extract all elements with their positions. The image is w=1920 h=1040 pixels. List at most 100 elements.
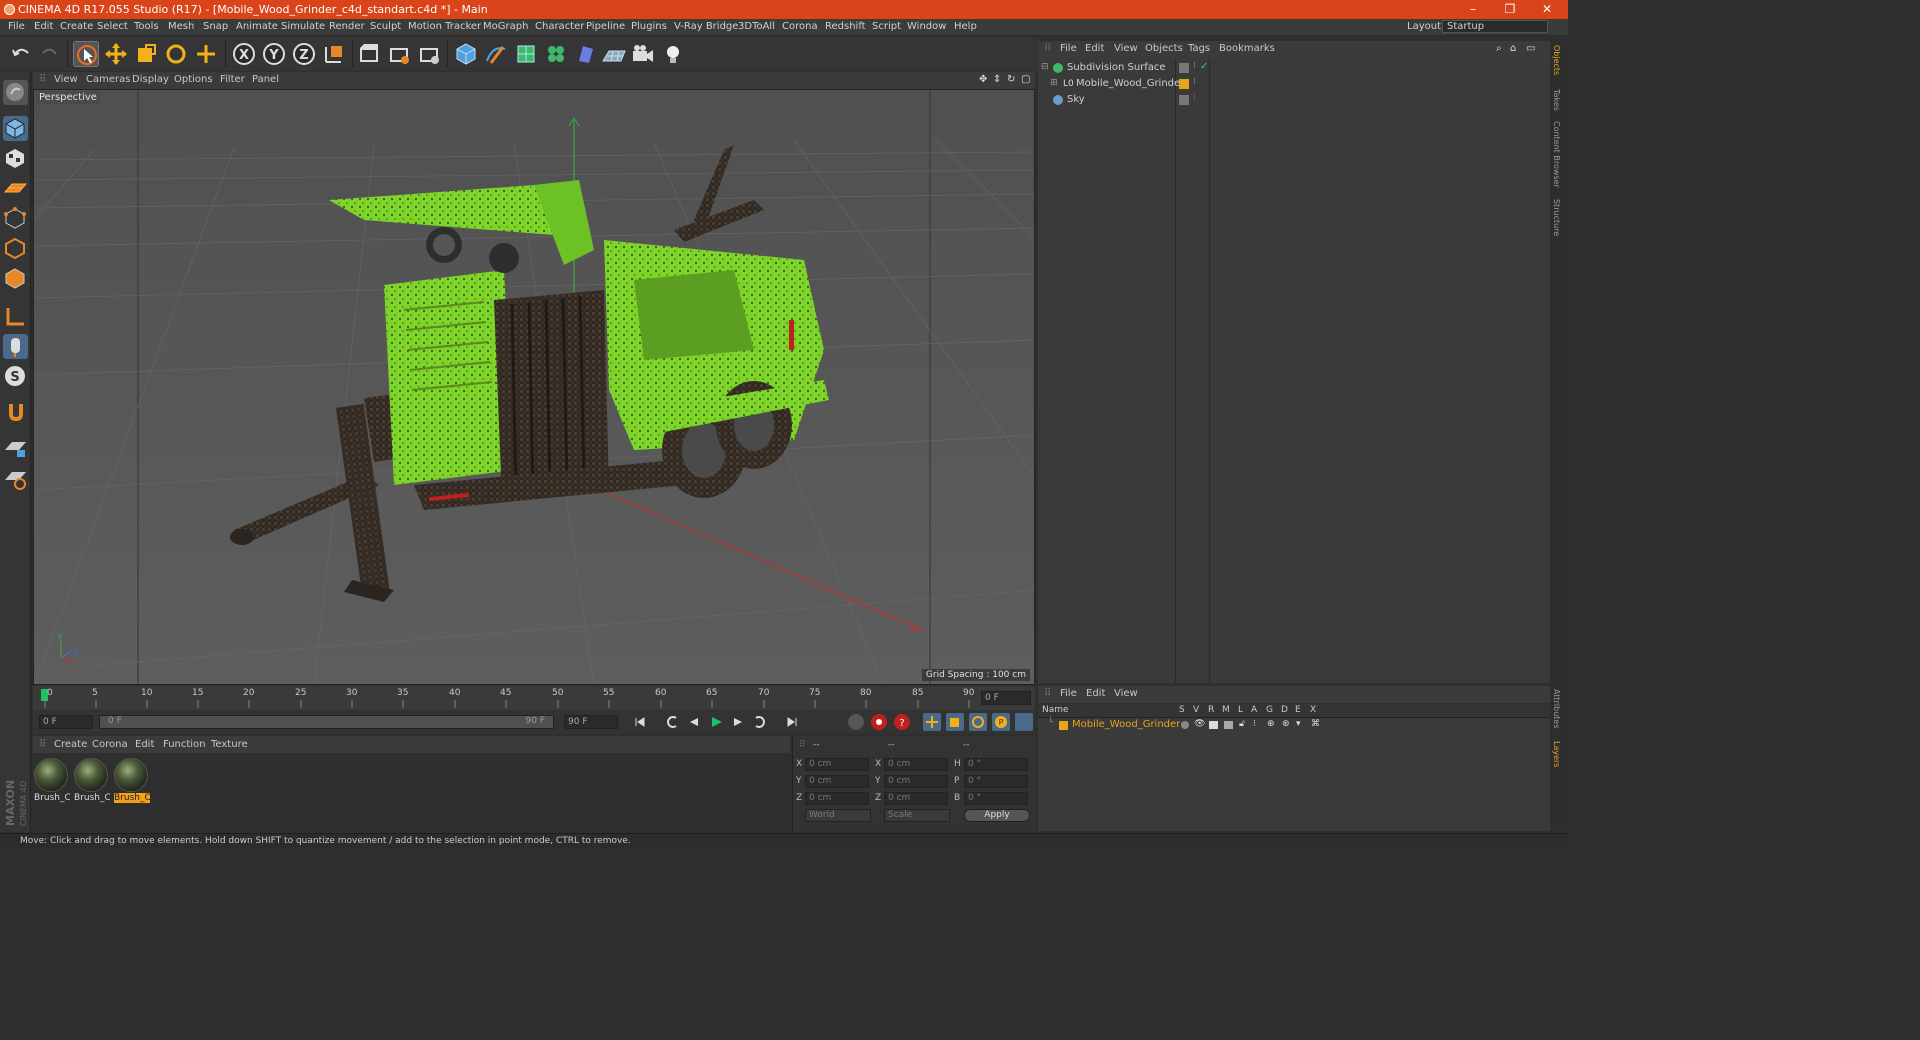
layer-menu-edit[interactable]: Edit	[1086, 688, 1105, 699]
menu-corona[interactable]: Corona	[782, 21, 818, 32]
object-row[interactable]: ⊟ Subdivision Surface ⁞ ✓	[1038, 60, 1550, 76]
apply-button[interactable]: Apply	[964, 809, 1030, 822]
key-scale-icon[interactable]	[946, 713, 964, 731]
live-selection-icon[interactable]	[73, 41, 99, 67]
layer-tag-icon[interactable]	[1179, 63, 1189, 73]
column-view[interactable]: V	[1193, 705, 1199, 715]
previous-frame-icon[interactable]	[685, 714, 703, 730]
menu-script[interactable]: Script	[872, 21, 901, 32]
pos-x-field[interactable]: 0 cm	[805, 758, 869, 771]
end-frame-field[interactable]: 90 F	[564, 715, 618, 729]
object-row[interactable]: ⊞ L0 Mobile_Wood_Grinder ⁞	[1038, 76, 1550, 92]
next-frame-icon[interactable]	[729, 714, 747, 730]
deformer-icon[interactable]	[573, 41, 599, 67]
layer-color-icon[interactable]	[1059, 721, 1068, 730]
column-name[interactable]: Name	[1042, 705, 1069, 715]
workplane-mode-icon[interactable]	[3, 176, 28, 201]
object-row[interactable]: Sky ⁞	[1038, 92, 1550, 108]
menu-edit[interactable]: Edit	[34, 21, 53, 32]
menu-file[interactable]: File	[8, 21, 25, 32]
manager-toggle-icon[interactable]	[1224, 721, 1233, 729]
pos-y-field[interactable]: 0 cm	[805, 775, 869, 788]
polygons-mode-icon[interactable]	[3, 266, 28, 291]
next-key-icon[interactable]	[751, 714, 769, 730]
menu-animate[interactable]: Animate	[236, 21, 278, 32]
object-menu-view[interactable]: View	[1114, 43, 1138, 54]
size-mode-dropdown[interactable]: Scale	[884, 809, 950, 822]
generator-icon[interactable]: ⊕	[1267, 719, 1275, 729]
column-deformers[interactable]: D	[1281, 705, 1288, 715]
workplane-grid-icon[interactable]	[3, 466, 28, 491]
start-frame-field[interactable]: 0 F	[39, 715, 93, 729]
viewport-maximize-icon[interactable]: ▢	[1021, 74, 1030, 85]
menu-help[interactable]: Help	[954, 21, 977, 32]
go-to-start-icon[interactable]	[631, 714, 649, 730]
timeline-layout-icon[interactable]	[1015, 713, 1033, 731]
coordinate-mode-dropdown[interactable]: World	[805, 809, 871, 822]
key-parameter-icon[interactable]: P	[992, 713, 1010, 731]
menu-create[interactable]: Create	[60, 21, 93, 32]
render-picture-viewer-icon[interactable]	[386, 41, 412, 67]
expand-icon[interactable]: ⊞	[1050, 78, 1058, 88]
minimize-button[interactable]: –	[1455, 0, 1491, 19]
menu-select[interactable]: Select	[97, 21, 128, 32]
perspective-viewport[interactable]: y z Perspective Grid Spacing : 100 cm	[33, 89, 1035, 685]
size-z-field[interactable]: 0 cm	[884, 792, 948, 805]
light-icon[interactable]	[660, 41, 686, 67]
object-menu-bookmarks[interactable]: Bookmarks	[1219, 43, 1275, 54]
menu-render[interactable]: Render	[329, 21, 365, 32]
lock-workplane-icon[interactable]	[3, 436, 28, 461]
object-menu-edit[interactable]: Edit	[1085, 43, 1104, 54]
layer-tag-icon[interactable]	[1179, 95, 1189, 105]
menu-sculpt[interactable]: Sculpt	[370, 21, 401, 32]
material-menu-create[interactable]: Create	[54, 739, 87, 750]
record-active-icon[interactable]	[871, 714, 887, 730]
tab-layers[interactable]: Layers	[1552, 741, 1561, 767]
material-menu-corona[interactable]: Corona	[92, 739, 128, 750]
spline-pen-icon[interactable]	[483, 41, 509, 67]
viewport-menu-panel[interactable]: Panel	[252, 74, 279, 85]
points-mode-icon[interactable]	[3, 206, 28, 231]
menu-character[interactable]: Character	[535, 21, 584, 32]
current-frame-field[interactable]: 0 F	[981, 691, 1031, 705]
menu-tools[interactable]: Tools	[134, 21, 159, 32]
viewport-orbit-icon[interactable]: ↻	[1007, 74, 1015, 85]
object-home-icon[interactable]: ⌂	[1510, 43, 1516, 54]
visibility-dots-icon[interactable]: ⁞	[1193, 93, 1196, 103]
viewport-menu-display[interactable]: Display	[132, 74, 169, 85]
visibility-dots-icon[interactable]: ⁞	[1193, 61, 1196, 71]
column-animation[interactable]: A	[1251, 705, 1257, 715]
layout-dropdown[interactable]: Startup	[1442, 20, 1548, 33]
column-locked[interactable]: L	[1238, 705, 1243, 715]
tweak-mode-icon[interactable]	[3, 334, 28, 359]
object-search-icon[interactable]: ⌕	[1496, 43, 1502, 54]
material-menu-edit[interactable]: Edit	[135, 739, 154, 750]
rot-b-field[interactable]: 0 °	[964, 792, 1028, 805]
menu-plugins[interactable]: Plugins	[631, 21, 667, 32]
viewport-menu-filter[interactable]: Filter	[220, 74, 245, 85]
column-render[interactable]: R	[1208, 705, 1214, 715]
material-menu-texture[interactable]: Texture	[211, 739, 248, 750]
object-new-view-icon[interactable]: ▭	[1526, 43, 1535, 54]
material-swatch-selected[interactable]: Brush_C	[114, 758, 150, 804]
material-swatch[interactable]: Brush_C	[74, 758, 110, 804]
maximize-button[interactable]: ❐	[1492, 0, 1528, 19]
menu-mesh[interactable]: Mesh	[168, 21, 194, 32]
cube-primitive-icon[interactable]	[453, 41, 479, 67]
object-menu-tags[interactable]: Tags	[1188, 43, 1210, 54]
z-axis-lock-button[interactable]: Z	[291, 41, 317, 67]
lock-icon[interactable]: 🔓︎	[1239, 719, 1245, 729]
x-axis-lock-button[interactable]: X	[231, 41, 257, 67]
column-xref[interactable]: X	[1310, 705, 1316, 715]
column-generators[interactable]: G	[1266, 705, 1273, 715]
tab-objects[interactable]: Objects	[1552, 45, 1561, 75]
object-menu-file[interactable]: File	[1060, 43, 1077, 54]
menu-pipeline[interactable]: Pipeline	[586, 21, 625, 32]
rot-p-field[interactable]: 0 °	[964, 775, 1028, 788]
deformer-toggle-icon[interactable]: ⊛	[1282, 719, 1290, 729]
collapse-icon[interactable]: ⊟	[1041, 62, 1049, 72]
tab-takes[interactable]: Takes	[1552, 89, 1561, 111]
camera-icon[interactable]	[630, 41, 656, 67]
layer-menu-file[interactable]: File	[1060, 688, 1077, 699]
rotate-tool-icon[interactable]	[163, 41, 189, 67]
